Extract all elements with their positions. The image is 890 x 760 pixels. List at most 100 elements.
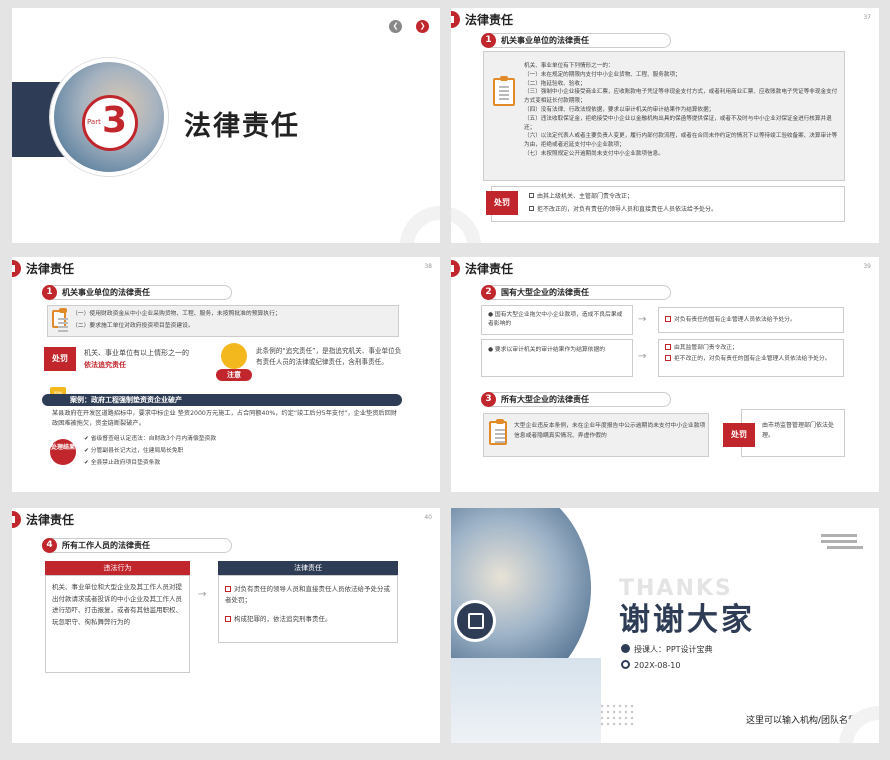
prev-button[interactable]: ❮ — [389, 20, 402, 33]
slide-title: 法律责任 — [465, 262, 514, 276]
clipboard-icon — [52, 308, 68, 328]
answer-text: 拒不改正的，对负有责任的国有企业管理人员依法给予处分。 — [665, 355, 840, 364]
conditions-box: （一）使用财政资金从中小企业采购货物、工程、服务，未按照批准的预算执行； （二）… — [47, 305, 399, 337]
answer-box: 由市场监督管理部门依法处理。 — [741, 409, 845, 457]
section-number: 1 — [481, 33, 496, 48]
answer-text: 对负有责任的国有企业管理人员依法给予处分。 — [665, 316, 796, 326]
section-label: 机关事业单位的法律责任 — [501, 36, 589, 45]
checkbox-icon — [665, 316, 671, 322]
date-row: 202X-08-10 — [621, 660, 680, 670]
arrow-icon: → — [638, 351, 647, 362]
result-item-text: 分管副县长记大过，住建局局长免职 — [90, 448, 184, 454]
condition-item: （四）没有法律、行政法规依据，要求以审计机关的审计结果作为结算依据； — [524, 106, 715, 113]
menu-lines-icon — [821, 534, 857, 537]
org-name: 这里可以输入机构/团队名称 — [745, 716, 857, 726]
checkbox-icon — [529, 206, 534, 211]
deco-ring — [839, 706, 879, 743]
slide-part3-cover[interactable]: Part 3 法律责任 ❮ ❯ — [12, 8, 440, 243]
slide-title: 法律责任 — [465, 13, 514, 27]
photo-bottom — [451, 658, 601, 743]
question-text: 大型企业违反本条例，未在企业年度报告中公示逾期尚未支付中小企业款项信息或者隐瞒真… — [514, 423, 706, 439]
section-number: 3 — [481, 392, 496, 407]
liability-header: 法律责任 — [218, 561, 398, 575]
page-number: 40 — [424, 514, 432, 521]
checkbox-icon — [665, 344, 671, 350]
slide-header: 法律责任 38 — [12, 257, 440, 279]
presenter-text: 授课人：PPT设计宝典 — [634, 645, 713, 654]
liability-box: 对负有责任的领导人员和直接责任人员依法给予处分或者处罚； 构成犯罪的，依法追究刑… — [218, 575, 398, 643]
question-text-value: 国有大型企业拖欠中小企业款项，造成不良后果或者影响的 — [488, 312, 623, 327]
condition-item: （一）未在规定的期限内支付中小企业货物、工程、服务款项； — [524, 71, 681, 78]
violation-text: 机关、事业单位和大型企业及其工作人员对提出付款请求或者投诉的中小企业及其工作人员… — [52, 583, 182, 626]
condition-item: （一）使用财政资金从中小企业采购货物、工程、服务，未按照批准的预算执行； — [72, 311, 281, 317]
person-icon — [621, 644, 630, 653]
lightbulb-icon — [221, 343, 247, 369]
header-dot-icon — [451, 11, 460, 28]
deco-ring — [400, 206, 440, 243]
penalty-tag: 处罚 — [44, 347, 76, 371]
condition-item: （五）违法收取保证金，拒绝接受中小企业以金融机构出具的保函等提供保证，或者不及时… — [524, 115, 832, 131]
penalty-text: 由其上级机关、主管部门责令改正； — [537, 193, 634, 200]
condition-item: （二）要求施工单位对政府投资项目垫资建设。 — [72, 323, 194, 329]
liability-item: 构成犯罪的，依法追究刑事责任。 — [225, 614, 395, 625]
condition-item: （六）以法定代表人或者主要负责人变更，履行内部付款流程，或者在合同未作约定的情况… — [524, 133, 838, 149]
condition-item: （三）强制中小企业接受商业汇票，应收账款电子凭证等非现金支付方式，或者利用商业汇… — [524, 89, 838, 105]
liability-text: 对负有责任的领导人员和直接责任人员依法给予处分或者处罚； — [225, 585, 390, 604]
date-text: 202X-08-10 — [634, 661, 681, 670]
checkbox-icon — [665, 355, 671, 361]
section-heading: 3 所有大型企业的法律责任 — [481, 392, 671, 407]
check-icon: ✔ — [84, 436, 91, 442]
deco-ring — [451, 206, 481, 243]
slide-40[interactable]: 法律责任 40 4 所有工作人员的法律责任 违法行为 机关、事业单位和大型企业及其工… — [12, 508, 440, 743]
page-number: 39 — [863, 263, 871, 270]
clipboard-icon — [493, 76, 515, 106]
penalty-text: 拒不改正的，对负有责任的领导人员和直接责任人员依法给予处分。 — [537, 206, 718, 213]
page-number: 38 — [424, 263, 432, 270]
arrow-icon: → — [638, 314, 647, 325]
result-item: ✔ 全县禁止政府项目垫资条款 — [84, 459, 160, 469]
part-circle: Part 3 — [82, 95, 138, 151]
slide-header: 法律责任 37 — [451, 8, 879, 30]
check-icon: ✔ — [84, 448, 91, 454]
page-number: 37 — [863, 14, 871, 21]
penalty-emphasis: 依法追究责任 — [84, 361, 126, 369]
answer-text-value: 由其监管部门责令改正； — [674, 345, 738, 351]
conditions-text: 机关、事业单位有下列情形之一的： （一）未在规定的期限内支付中小企业货物、工程、… — [524, 62, 839, 159]
section-label: 机关事业单位的法律责任 — [62, 288, 150, 297]
slide-thanks[interactable]: THANKS 谢谢大家 授课人：PPT设计宝典 202X-08-10 这里可以输… — [451, 508, 879, 743]
note-tag: 注意 — [216, 369, 252, 381]
question-text-value: 要求以审计机关的审计结果作为结算依据的 — [494, 347, 606, 353]
slide-38[interactable]: 法律责任 38 1 机关事业单位的法律责任 （一）使用财政资金从中小企业采购货物、工… — [12, 257, 440, 492]
slide-39[interactable]: 法律责任 39 2 国有大型企业的法律责任 ● 国有大型企业拖欠中小企业款项，造成不… — [451, 257, 879, 492]
section-label: 所有工作人员的法律责任 — [62, 541, 150, 550]
question-box: 大型企业违反本条例，未在企业年度报告中公示逾期尚未支付中小企业款项信息或者隐瞒真… — [483, 413, 709, 457]
condition-intro: 机关、事业单位有下列情形之一的： — [524, 63, 614, 69]
penalty-line: 机关、事业单位有以上情形之一的 — [84, 349, 189, 357]
presenter-row: 授课人：PPT设计宝典 — [621, 644, 713, 655]
next-button[interactable]: ❯ — [416, 20, 429, 33]
section-number: 4 — [42, 538, 57, 553]
question-text: ● 国有大型企业拖欠中小企业款项，造成不良后果或者影响的 — [488, 312, 623, 327]
result-text: 处理结果 — [50, 444, 75, 451]
checkbox-icon — [529, 193, 534, 198]
slide-37[interactable]: 法律责任 37 1 机关事业单位的法律责任 机关、事业单位有下列情形之一的： （一）… — [451, 8, 879, 243]
violation-header: 违法行为 — [45, 561, 190, 575]
slide-title: 法律责任 — [26, 513, 75, 527]
case-title: 案例：政府工程强制垫资资企业破产 — [70, 396, 182, 404]
answer-box: 由其监管部门责令改正； 拒不改正的，对负有责任的国有企业管理人员依法给予处分。 — [658, 339, 844, 377]
header-dot-icon — [12, 260, 21, 277]
section-number: 1 — [42, 285, 57, 300]
slide-header: 法律责任 40 — [12, 508, 440, 530]
penalty-tag: 处罚 — [723, 423, 755, 447]
liability-item: 对负有责任的领导人员和直接责任人员依法给予处分或者处罚； — [225, 584, 395, 606]
header-dot-icon — [451, 260, 460, 277]
section-label: 所有大型企业的法律责任 — [501, 395, 589, 404]
slide-title: 法律责任 — [26, 262, 75, 276]
condition-item: （七）未按照规定公开逾期尚未支付中小企业款项信息。 — [524, 150, 664, 157]
section-number: 2 — [481, 285, 496, 300]
question-text: ● 要求以审计机关的审计结果作为结算依据的 — [488, 347, 606, 353]
arrow-icon: → — [198, 589, 207, 600]
case-text: 某县政府在开发区道路招标中，要求中标企业 垫资2000万元施工，占合同额40%，… — [52, 410, 397, 427]
section-label: 国有大型企业的法律责任 — [501, 288, 589, 297]
penalty-tag: 处罚 — [486, 191, 518, 215]
